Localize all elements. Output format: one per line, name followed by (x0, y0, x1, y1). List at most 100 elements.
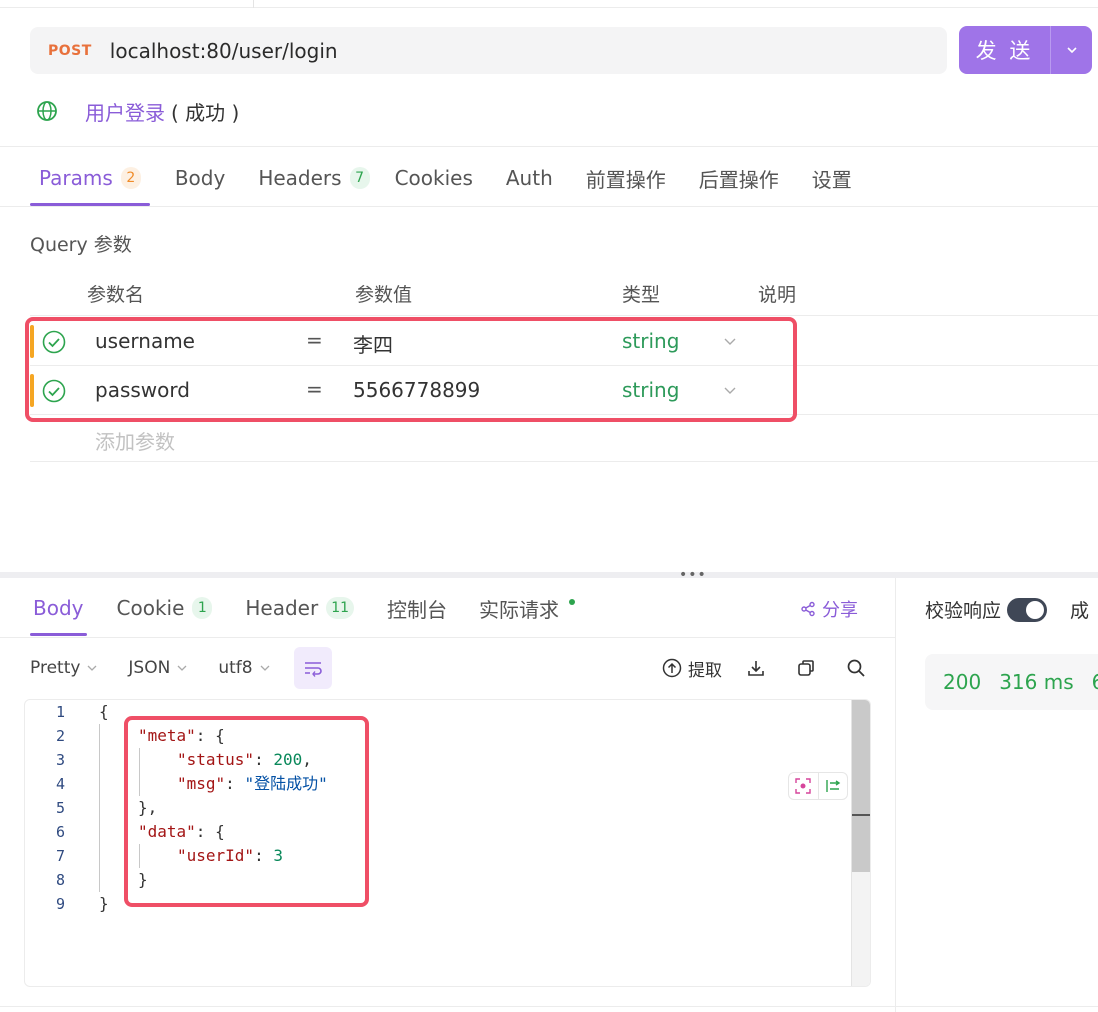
tab-label: 后置操作 (698, 167, 779, 192)
code-content: { (99, 700, 109, 724)
status-code: 200 (943, 670, 982, 694)
column-header-name: 参数名 (87, 284, 145, 306)
tab-label: Cookies (394, 166, 473, 190)
globe-icon (37, 101, 57, 121)
divider (0, 637, 895, 638)
verify-toggle[interactable] (1007, 597, 1048, 622)
scroll-position-marker (852, 814, 870, 816)
divider (0, 1006, 1098, 1007)
tab-label: Header (245, 596, 319, 620)
tab-body[interactable]: Body (175, 150, 226, 206)
line-number: 3 (55, 751, 65, 769)
tab-post-operations[interactable]: 后置操作 (699, 150, 779, 206)
search-button[interactable] (846, 658, 872, 678)
line-number: 8 (55, 871, 65, 889)
line-number: 5 (55, 799, 65, 817)
line-number: 9 (55, 895, 65, 913)
line-number: 4 (55, 775, 65, 793)
tab-label: Body (33, 596, 84, 620)
top-tab-strip (0, 0, 1098, 8)
share-label: 分享 (822, 600, 858, 621)
send-label[interactable]: 发 送 (959, 35, 1050, 65)
column-header-value: 参数值 (355, 284, 413, 306)
search-icon (847, 659, 865, 677)
scrollbar-thumb[interactable] (852, 700, 870, 872)
chevron-down-icon (87, 665, 97, 671)
cookie-count-badge: 1 (192, 597, 213, 619)
response-time: 316 ms (999, 670, 1074, 694)
extract-icon (662, 658, 682, 678)
tab-label: Cookie (116, 596, 185, 620)
code-token: { (99, 702, 109, 721)
encoding-label: utf8 (218, 658, 253, 678)
download-icon (748, 661, 764, 676)
column-header-description: 说明 (758, 284, 797, 306)
api-name[interactable]: 用户登录 (85, 97, 165, 126)
format-dropdown[interactable]: Pretty (30, 658, 98, 678)
tab-label: Headers (258, 166, 342, 190)
code-content: } (99, 892, 109, 916)
header-count-badge: 11 (326, 597, 355, 619)
divider (0, 146, 1098, 147)
tab-pre-operations[interactable]: 前置操作 (586, 150, 666, 206)
send-dropdown[interactable] (1051, 43, 1092, 57)
download-button[interactable] (746, 658, 772, 678)
tab-label: 控制台 (387, 597, 448, 622)
response-stats: 200 316 ms 64 (925, 654, 1098, 710)
highlight-box-params (25, 317, 797, 422)
chevron-down-icon (1066, 47, 1077, 54)
tab-edge (12, 0, 254, 8)
tab-cookies[interactable]: Cookies (395, 150, 473, 206)
copy-button[interactable] (796, 658, 822, 678)
type-dropdown[interactable]: JSON (128, 658, 188, 678)
tab-label: 实际请求 (479, 597, 560, 622)
verify-response: 校验响应 成 (925, 596, 1089, 623)
add-param-input[interactable]: 添加参数 (95, 426, 175, 455)
url-bar[interactable]: POST localhost:80/user/login (30, 27, 947, 74)
send-button[interactable]: 发 送 (959, 26, 1092, 74)
response-size: 64 (1091, 670, 1098, 694)
line-number: 7 (55, 847, 65, 865)
url-input[interactable]: localhost:80/user/login (110, 39, 338, 63)
tab-actual-request[interactable]: 实际请求 (479, 580, 576, 636)
highlight-box-response (124, 716, 369, 907)
tab-response-body[interactable]: Body (30, 580, 87, 636)
encoding-dropdown[interactable]: utf8 (218, 658, 270, 678)
type-label: JSON (128, 658, 171, 678)
divider (30, 315, 1098, 316)
line-number: 1 (55, 703, 65, 721)
wrap-icon (305, 662, 322, 677)
line-number: 6 (55, 823, 65, 841)
share-button[interactable]: 分享 (800, 596, 858, 622)
tab-auth[interactable]: Auth (506, 150, 553, 206)
column-header-type: 类型 (622, 284, 661, 306)
response-tabs: Body Cookie 1 Header 11 控制台 实际请求 (30, 580, 576, 638)
tab-headers[interactable]: Headers 7 (258, 150, 370, 206)
tab-label: Body (174, 166, 226, 190)
editor-scrollbar[interactable] (851, 700, 870, 986)
tab-response-cookie[interactable]: Cookie 1 (117, 580, 213, 636)
extract-label: 提取 (688, 660, 722, 681)
tab-label: Auth (505, 166, 553, 190)
query-params-label: Query 参数 (30, 234, 132, 256)
line-number: 2 (55, 727, 65, 745)
format-label: Pretty (30, 658, 81, 678)
tab-console[interactable]: 控制台 (387, 580, 447, 636)
chevron-down-icon (177, 665, 187, 671)
chevron-down-icon (260, 665, 270, 671)
extract-button[interactable]: 提取 (662, 656, 722, 681)
tab-label: Params (39, 166, 113, 190)
tab-params[interactable]: Params 2 (30, 150, 150, 206)
tab-response-header[interactable]: Header 11 (245, 580, 355, 636)
panel-splitter[interactable] (0, 572, 1098, 578)
vertical-divider (895, 578, 896, 1012)
tab-settings[interactable]: 设置 (812, 150, 852, 206)
params-count-badge: 2 (120, 167, 141, 189)
verify-status-text: 成 (1070, 600, 1090, 622)
verify-label: 校验响应 (925, 600, 1002, 622)
request-tabs: Params 2 Body Headers 7 Cookies Auth 前置操作 … (30, 150, 852, 206)
tab-label: 设置 (811, 167, 852, 192)
wrap-lines-button[interactable] (294, 647, 332, 689)
drag-handle[interactable]: ••• (679, 568, 707, 582)
method-selector[interactable]: POST (48, 43, 92, 59)
